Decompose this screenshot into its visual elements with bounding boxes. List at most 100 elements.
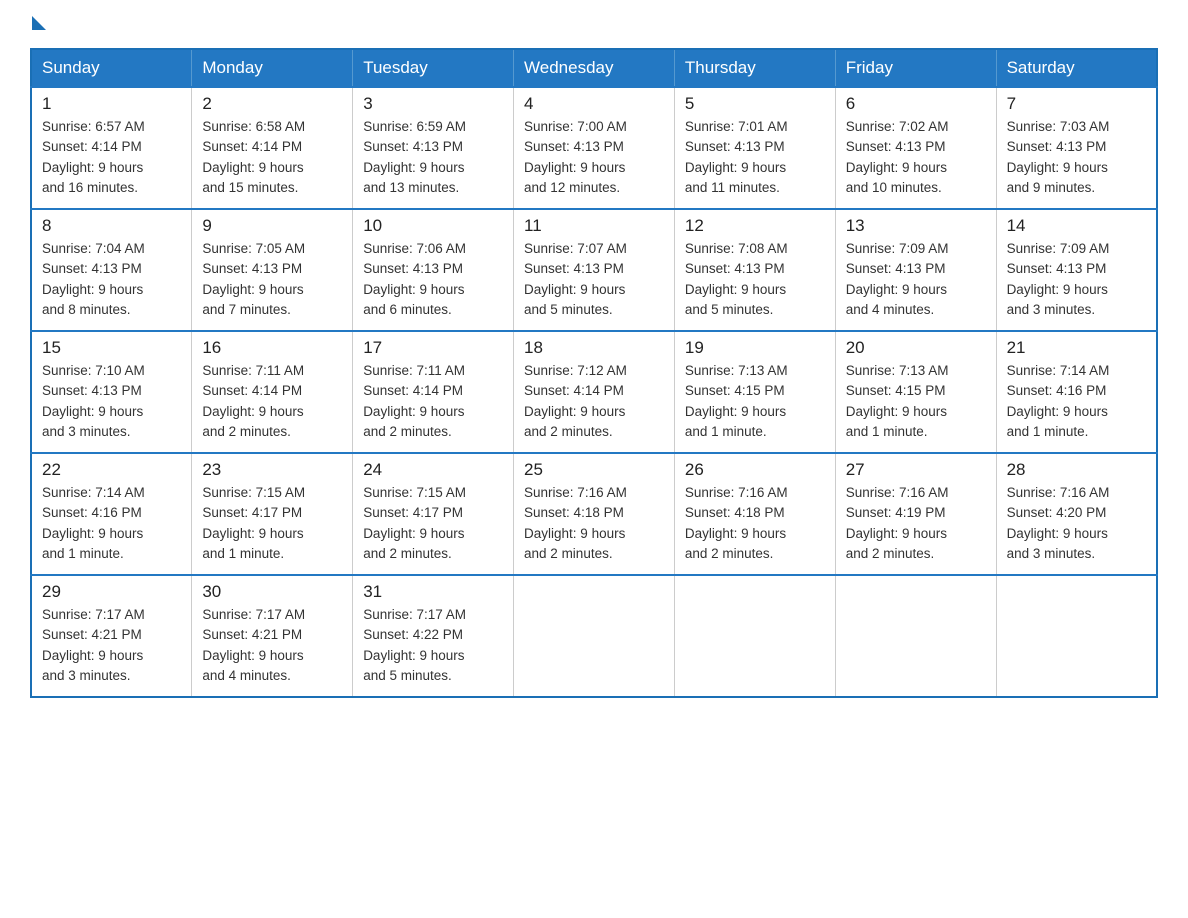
page-header <box>30 20 1158 30</box>
day-info: Sunrise: 7:11 AMSunset: 4:14 PMDaylight:… <box>202 361 342 442</box>
day-info: Sunrise: 6:58 AMSunset: 4:14 PMDaylight:… <box>202 117 342 198</box>
week-row-1: 1 Sunrise: 6:57 AMSunset: 4:14 PMDaylight… <box>31 87 1157 209</box>
calendar-cell: 16 Sunrise: 7:11 AMSunset: 4:14 PMDayligh… <box>192 331 353 453</box>
calendar-cell: 22Sunrise: 7:14 AMSunset: 4:16 PMDayligh… <box>31 453 192 575</box>
calendar-cell: 20 Sunrise: 7:13 AMSunset: 4:15 PMDayligh… <box>835 331 996 453</box>
day-info: Sunrise: 7:16 AMSunset: 4:18 PMDaylight:… <box>685 483 825 564</box>
day-number: 21 <box>1007 338 1146 358</box>
week-row-5: 29Sunrise: 7:17 AMSunset: 4:21 PMDayligh… <box>31 575 1157 697</box>
day-number: 7 <box>1007 94 1146 114</box>
calendar-cell: 14 Sunrise: 7:09 AMSunset: 4:13 PMDayligh… <box>996 209 1157 331</box>
day-info: Sunrise: 7:11 AMSunset: 4:14 PMDaylight:… <box>363 361 503 442</box>
calendar-cell: 21 Sunrise: 7:14 AMSunset: 4:16 PMDayligh… <box>996 331 1157 453</box>
day-info: Sunrise: 7:08 AMSunset: 4:13 PMDaylight:… <box>685 239 825 320</box>
calendar-cell: 15Sunrise: 7:10 AMSunset: 4:13 PMDayligh… <box>31 331 192 453</box>
day-info: Sunrise: 6:57 AMSunset: 4:14 PMDaylight:… <box>42 117 181 198</box>
calendar-cell: 3 Sunrise: 6:59 AMSunset: 4:13 PMDaylight… <box>353 87 514 209</box>
day-number: 12 <box>685 216 825 236</box>
calendar-cell: 13 Sunrise: 7:09 AMSunset: 4:13 PMDayligh… <box>835 209 996 331</box>
calendar-cell: 26 Sunrise: 7:16 AMSunset: 4:18 PMDayligh… <box>674 453 835 575</box>
calendar-cell: 17 Sunrise: 7:11 AMSunset: 4:14 PMDayligh… <box>353 331 514 453</box>
calendar-cell <box>674 575 835 697</box>
header-tuesday: Tuesday <box>353 49 514 87</box>
day-number: 31 <box>363 582 503 602</box>
day-info: Sunrise: 7:15 AMSunset: 4:17 PMDaylight:… <box>202 483 342 564</box>
day-number: 5 <box>685 94 825 114</box>
day-info: Sunrise: 7:05 AMSunset: 4:13 PMDaylight:… <box>202 239 342 320</box>
day-info: Sunrise: 7:16 AMSunset: 4:18 PMDaylight:… <box>524 483 664 564</box>
day-number: 14 <box>1007 216 1146 236</box>
day-info: Sunrise: 7:12 AMSunset: 4:14 PMDaylight:… <box>524 361 664 442</box>
day-info: Sunrise: 7:09 AMSunset: 4:13 PMDaylight:… <box>1007 239 1146 320</box>
calendar-cell: 10 Sunrise: 7:06 AMSunset: 4:13 PMDayligh… <box>353 209 514 331</box>
day-number: 16 <box>202 338 342 358</box>
day-number: 13 <box>846 216 986 236</box>
calendar-cell: 30Sunrise: 7:17 AMSunset: 4:21 PMDayligh… <box>192 575 353 697</box>
day-number: 15 <box>42 338 181 358</box>
day-number: 24 <box>363 460 503 480</box>
day-info: Sunrise: 7:14 AMSunset: 4:16 PMDaylight:… <box>1007 361 1146 442</box>
day-number: 17 <box>363 338 503 358</box>
day-info: Sunrise: 6:59 AMSunset: 4:13 PMDaylight:… <box>363 117 503 198</box>
calendar-cell: 25 Sunrise: 7:16 AMSunset: 4:18 PMDayligh… <box>514 453 675 575</box>
calendar-cell: 27Sunrise: 7:16 AMSunset: 4:19 PMDayligh… <box>835 453 996 575</box>
day-info: Sunrise: 7:16 AMSunset: 4:19 PMDaylight:… <box>846 483 986 564</box>
header-wednesday: Wednesday <box>514 49 675 87</box>
day-number: 19 <box>685 338 825 358</box>
day-info: Sunrise: 7:01 AMSunset: 4:13 PMDaylight:… <box>685 117 825 198</box>
day-info: Sunrise: 7:13 AMSunset: 4:15 PMDaylight:… <box>846 361 986 442</box>
header-thursday: Thursday <box>674 49 835 87</box>
calendar-cell: 11 Sunrise: 7:07 AMSunset: 4:13 PMDayligh… <box>514 209 675 331</box>
calendar-cell: 28 Sunrise: 7:16 AMSunset: 4:20 PMDayligh… <box>996 453 1157 575</box>
calendar-cell <box>514 575 675 697</box>
calendar-cell: 18Sunrise: 7:12 AMSunset: 4:14 PMDayligh… <box>514 331 675 453</box>
header-sunday: Sunday <box>31 49 192 87</box>
day-info: Sunrise: 7:17 AMSunset: 4:21 PMDaylight:… <box>202 605 342 686</box>
day-number: 20 <box>846 338 986 358</box>
header-friday: Friday <box>835 49 996 87</box>
logo <box>30 20 46 30</box>
calendar-cell: 24 Sunrise: 7:15 AMSunset: 4:17 PMDayligh… <box>353 453 514 575</box>
calendar-cell <box>835 575 996 697</box>
day-info: Sunrise: 7:09 AMSunset: 4:13 PMDaylight:… <box>846 239 986 320</box>
day-info: Sunrise: 7:00 AMSunset: 4:13 PMDaylight:… <box>524 117 664 198</box>
calendar-cell: 8Sunrise: 7:04 AMSunset: 4:13 PMDaylight… <box>31 209 192 331</box>
header-monday: Monday <box>192 49 353 87</box>
calendar-cell: 7 Sunrise: 7:03 AMSunset: 4:13 PMDaylight… <box>996 87 1157 209</box>
calendar-cell: 31 Sunrise: 7:17 AMSunset: 4:22 PMDayligh… <box>353 575 514 697</box>
calendar-cell: 19 Sunrise: 7:13 AMSunset: 4:15 PMDayligh… <box>674 331 835 453</box>
day-number: 3 <box>363 94 503 114</box>
day-number: 23 <box>202 460 342 480</box>
day-info: Sunrise: 7:17 AMSunset: 4:21 PMDaylight:… <box>42 605 181 686</box>
calendar-cell: 4 Sunrise: 7:00 AMSunset: 4:13 PMDaylight… <box>514 87 675 209</box>
day-number: 11 <box>524 216 664 236</box>
calendar-cell: 29Sunrise: 7:17 AMSunset: 4:21 PMDayligh… <box>31 575 192 697</box>
day-number: 10 <box>363 216 503 236</box>
day-number: 4 <box>524 94 664 114</box>
week-row-4: 22Sunrise: 7:14 AMSunset: 4:16 PMDayligh… <box>31 453 1157 575</box>
week-row-3: 15Sunrise: 7:10 AMSunset: 4:13 PMDayligh… <box>31 331 1157 453</box>
day-info: Sunrise: 7:02 AMSunset: 4:13 PMDaylight:… <box>846 117 986 198</box>
calendar-cell: 5 Sunrise: 7:01 AMSunset: 4:13 PMDaylight… <box>674 87 835 209</box>
logo-arrow-icon <box>32 16 46 30</box>
day-info: Sunrise: 7:07 AMSunset: 4:13 PMDaylight:… <box>524 239 664 320</box>
calendar-header-row: SundayMondayTuesdayWednesdayThursdayFrid… <box>31 49 1157 87</box>
day-number: 9 <box>202 216 342 236</box>
day-number: 25 <box>524 460 664 480</box>
week-row-2: 8Sunrise: 7:04 AMSunset: 4:13 PMDaylight… <box>31 209 1157 331</box>
calendar-cell: 2Sunrise: 6:58 AMSunset: 4:14 PMDaylight… <box>192 87 353 209</box>
day-number: 6 <box>846 94 986 114</box>
day-info: Sunrise: 7:17 AMSunset: 4:22 PMDaylight:… <box>363 605 503 686</box>
day-info: Sunrise: 7:16 AMSunset: 4:20 PMDaylight:… <box>1007 483 1146 564</box>
day-info: Sunrise: 7:06 AMSunset: 4:13 PMDaylight:… <box>363 239 503 320</box>
calendar-cell: 1 Sunrise: 6:57 AMSunset: 4:14 PMDaylight… <box>31 87 192 209</box>
day-info: Sunrise: 7:03 AMSunset: 4:13 PMDaylight:… <box>1007 117 1146 198</box>
day-info: Sunrise: 7:15 AMSunset: 4:17 PMDaylight:… <box>363 483 503 564</box>
day-number: 26 <box>685 460 825 480</box>
calendar-cell: 6 Sunrise: 7:02 AMSunset: 4:13 PMDaylight… <box>835 87 996 209</box>
header-saturday: Saturday <box>996 49 1157 87</box>
day-number: 28 <box>1007 460 1146 480</box>
day-number: 1 <box>42 94 181 114</box>
calendar-table: SundayMondayTuesdayWednesdayThursdayFrid… <box>30 48 1158 698</box>
day-info: Sunrise: 7:13 AMSunset: 4:15 PMDaylight:… <box>685 361 825 442</box>
